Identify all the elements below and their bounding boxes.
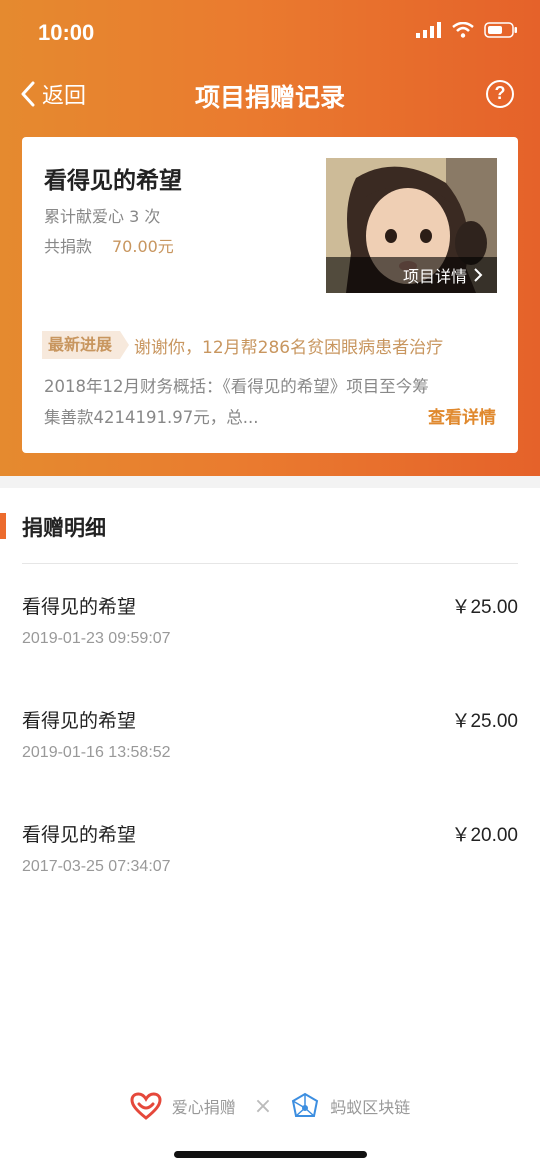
donation-row[interactable]: 看得见的希望 ￥25.00 2019-01-16 13:58:52: [22, 706, 518, 796]
chevron-right-icon: [474, 268, 483, 282]
donation-row[interactable]: 看得见的希望 ￥25.00 2019-01-23 09:59:07: [22, 592, 518, 682]
progress-tag: 最新进展: [42, 331, 130, 359]
financial-summary: 2018年12月财务概括：《看得见的希望》项目至今筹 集善款4214191.97…: [44, 371, 484, 433]
status-bar: 10:00: [0, 0, 540, 64]
project-photo[interactable]: 项目详情: [326, 158, 497, 293]
help-icon[interactable]: ?: [486, 80, 514, 108]
donation-time: 2017-03-25 07:34:07: [22, 858, 171, 875]
wifi-icon: [452, 22, 474, 38]
total-value: 70.00元: [112, 237, 174, 256]
summary-line-1: 2018年12月财务概括：《看得见的希望》项目至今筹: [44, 377, 429, 396]
right-brand-label: 蚂蚁区块链: [330, 1098, 411, 1117]
summary-line-2: 集善款4214191.97元，总...: [44, 408, 259, 427]
status-time: 10:00: [38, 20, 95, 45]
home-indicator: [174, 1151, 367, 1158]
latest-progress: 最新进展 谢谢你，12月帮286名贫困眼病患者治疗: [42, 331, 443, 359]
donation-amount: ￥25.00: [451, 597, 518, 618]
section-divider: [0, 476, 540, 488]
signal-icon: [416, 22, 441, 38]
donation-amount: ￥25.00: [451, 711, 518, 732]
separator-cross: ×: [253, 1093, 273, 1119]
page-title: 项目捐赠记录: [194, 83, 345, 112]
total-label: 共捐款: [44, 237, 93, 256]
left-brand-label: 爱心捐赠: [171, 1098, 236, 1117]
project-detail-label: 项目详情: [402, 267, 467, 286]
status-icons: [416, 22, 518, 38]
section-title: 捐赠明细: [22, 516, 106, 540]
donation-name: 看得见的希望: [22, 710, 137, 732]
donation-name: 看得见的希望: [22, 824, 137, 846]
heart-charity-icon: [130, 1092, 162, 1120]
project-detail-link[interactable]: 项目详情: [326, 257, 497, 293]
battery-icon: [484, 22, 517, 38]
project-title: 看得见的希望: [44, 168, 182, 194]
section-accent-bar: [0, 513, 6, 539]
project-card: 看得见的希望 累计献爱心 3 次 共捐款 70.00元 项目详情 最新进展 谢谢…: [22, 137, 518, 453]
donation-name: 看得见的希望: [22, 596, 137, 618]
blockchain-icon: [292, 1092, 319, 1117]
donation-time: 2019-01-23 09:59:07: [22, 630, 171, 647]
donation-time: 2019-01-16 13:58:52: [22, 744, 171, 761]
view-details-link[interactable]: 查看详情: [428, 403, 496, 428]
nav-bar: 返回 项目捐赠记录 ?: [0, 64, 540, 128]
donation-count: 累计献爱心 3 次: [44, 207, 161, 226]
donation-row[interactable]: 看得见的希望 ￥20.00 2017-03-25 07:34:07: [22, 820, 518, 910]
donation-amount: ￥20.00: [451, 825, 518, 846]
footer-brands: 爱心捐赠 × 蚂蚁区块链: [0, 1088, 540, 1124]
progress-text: 谢谢你，12月帮286名贫困眼病患者治疗: [134, 337, 444, 358]
section-rule: [22, 563, 518, 564]
